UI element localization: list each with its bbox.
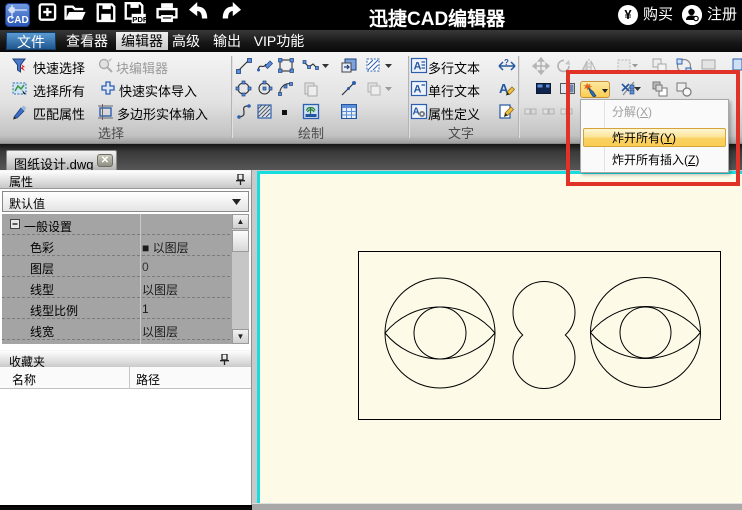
svg-text:PDF: PDF <box>132 15 148 24</box>
svg-text:A: A <box>413 107 420 118</box>
svg-text:A: A <box>414 84 422 96</box>
svg-text:A: A <box>414 61 422 73</box>
svg-text:CAD: CAD <box>7 15 29 26</box>
svg-text:?: ? <box>504 58 509 67</box>
